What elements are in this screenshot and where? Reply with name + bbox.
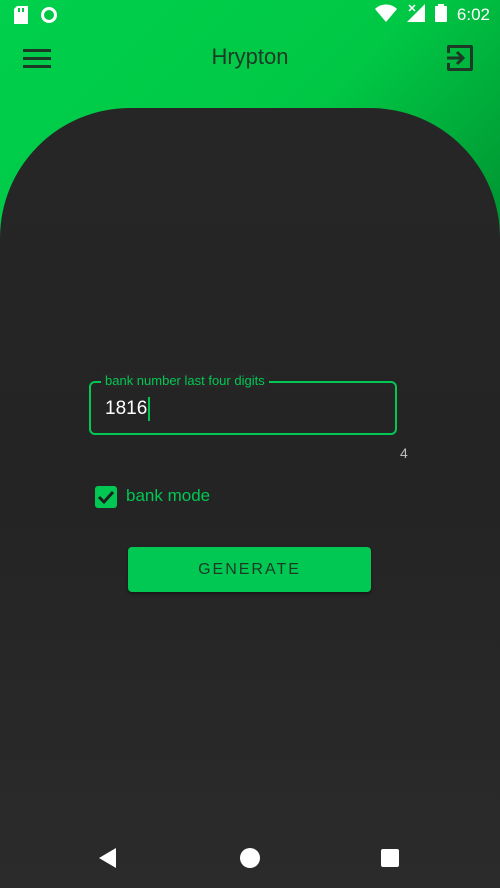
recents-icon[interactable]: [381, 849, 399, 867]
app-title: Hrypton: [211, 44, 289, 69]
bank-mode-label[interactable]: bank mode: [126, 486, 210, 506]
check-icon: [97, 490, 115, 505]
bank-mode-checkbox[interactable]: [95, 486, 117, 508]
bank-digits-input[interactable]: 1816: [105, 397, 151, 421]
bank-digits-value: 1816: [105, 398, 148, 420]
app-bar: Hrypton: [0, 32, 500, 88]
signal-icon: [406, 4, 425, 26]
text-caret: [148, 397, 151, 421]
home-icon[interactable]: [240, 848, 260, 868]
bank-digits-label: bank number last four digits: [101, 373, 269, 388]
sync-icon: [40, 6, 58, 28]
status-bar: 6:02: [0, 0, 500, 32]
char-counter: 4: [400, 445, 408, 461]
bank-digits-field[interactable]: bank number last four digits 1816: [89, 373, 397, 435]
back-icon[interactable]: [98, 848, 118, 872]
wifi-icon: [374, 4, 397, 26]
sd-card-icon: [14, 6, 28, 28]
navigation-bar: [0, 830, 500, 888]
status-time: 6:02: [456, 5, 490, 24]
generate-button[interactable]: GENERATE: [128, 547, 371, 592]
battery-icon: [434, 4, 447, 26]
logout-icon[interactable]: [444, 42, 478, 76]
main-card: [0, 108, 500, 888]
